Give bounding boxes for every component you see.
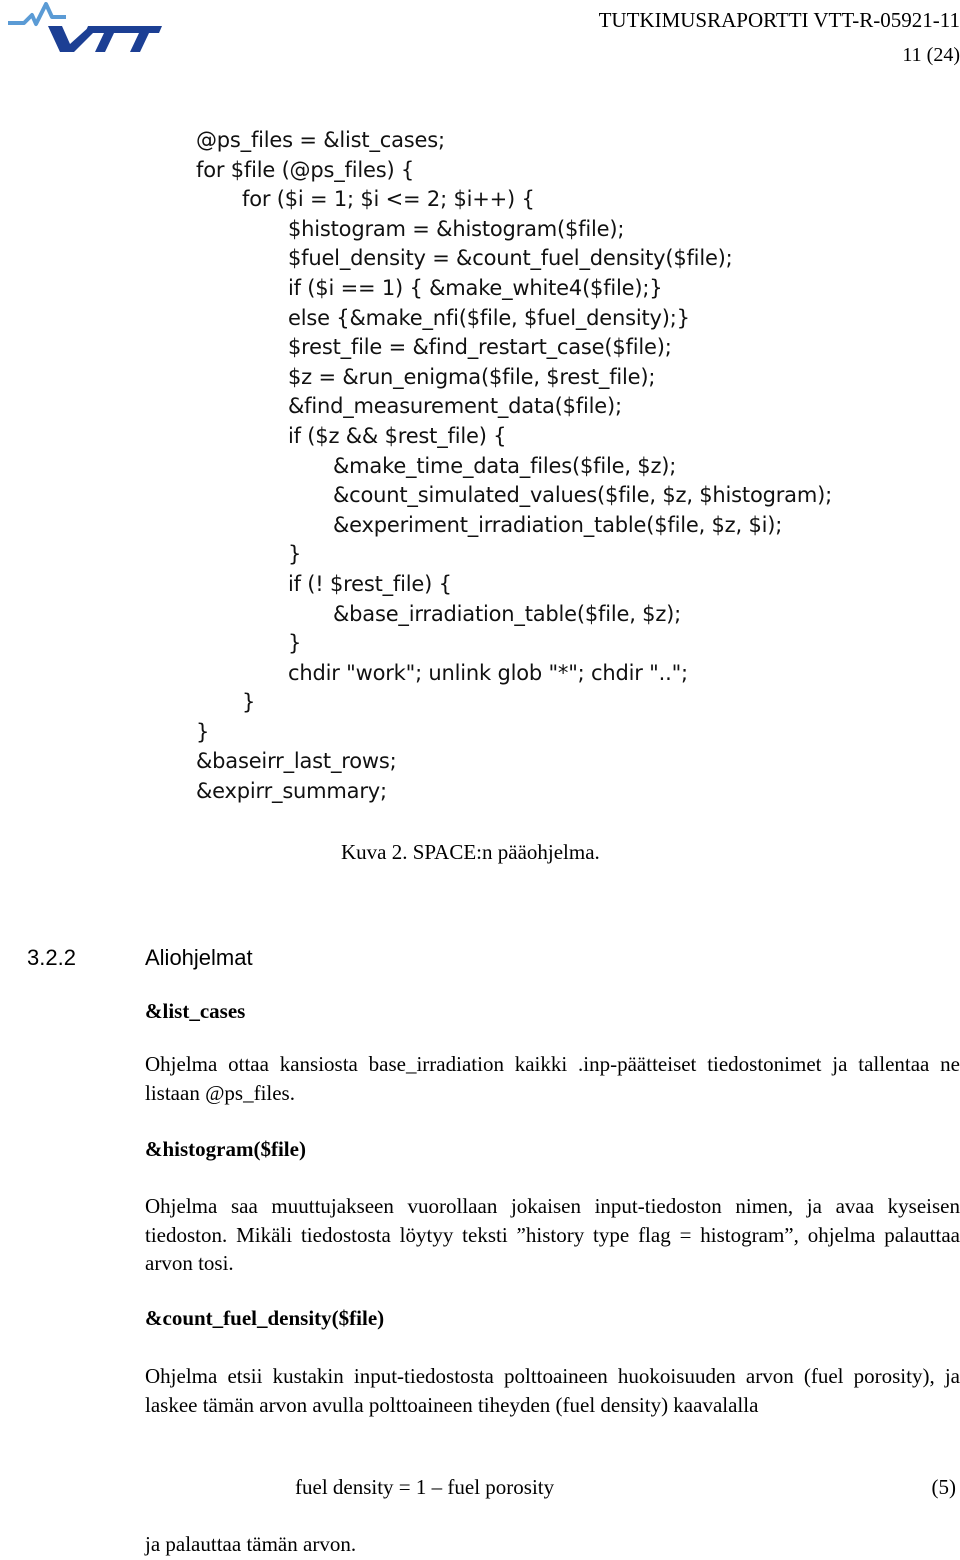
code-line: $fuel_density = &count_fuel_density($fil… — [288, 246, 733, 271]
subsection-heading-histogram: &histogram($file) — [145, 1137, 306, 1161]
code-line: $rest_file = &find_restart_case($file); — [288, 335, 672, 360]
subsection-paragraph-list-cases: Ohjelma ottaa kansiosta base_irradiation… — [145, 1052, 960, 1105]
code-line: &count_simulated_values($file, $z, $hist… — [333, 483, 832, 508]
code-line: &expirr_summary; — [196, 779, 387, 804]
code-line: } — [288, 631, 302, 656]
logo-wave-icon — [8, 2, 66, 26]
closing-text: ja palauttaa tämän arvon. — [145, 1532, 357, 1556]
code-line: } — [196, 719, 210, 744]
code-line: &experiment_irradiation_table($file, $z,… — [333, 512, 783, 537]
subsection-paragraph-histogram: Ohjelma saa muuttujakseen vuorollaan jok… — [145, 1194, 960, 1275]
equation: fuel density = 1 – fuel porosity — [295, 1475, 555, 1499]
code-line: $z = &run_enigma($file, $rest_file); — [288, 364, 656, 389]
code-line: &base_irradiation_table($file, $z); — [333, 601, 682, 626]
code-line: } — [288, 542, 302, 567]
section-title: Aliohjelmat — [145, 945, 253, 970]
code-line: if (! $rest_file) { — [288, 571, 452, 596]
code-line: else {&make_nfi($file, $fuel_density);} — [288, 305, 690, 330]
page-number: 11 (24) — [902, 44, 960, 66]
code-line: if ($z && $rest_file) { — [288, 423, 507, 448]
code-line: chdir "work"; unlink glob "*"; chdir "..… — [288, 660, 688, 685]
figure-caption: Kuva 2. SPACE:n pääohjelma. — [341, 840, 600, 864]
code-line: for $file (@ps_files) { — [196, 157, 415, 182]
code-line: &find_measurement_data($file); — [288, 394, 622, 419]
subsection-paragraph-count-fuel-density: Ohjelma etsii kustakin input-tiedostosta… — [145, 1364, 960, 1417]
logo-letters — [48, 26, 162, 52]
code-line: &make_time_data_files($file, $z); — [333, 453, 677, 478]
code-figure: @ps_files = &list_cases;for $file (@ps_f… — [196, 126, 896, 807]
code-line: &baseirr_last_rows; — [196, 749, 397, 774]
code-line: @ps_files = &list_cases; — [196, 128, 445, 152]
section-number: 3.2.2 — [27, 945, 76, 970]
code-line: if ($i == 1) { &make_white4($file);} — [288, 275, 663, 300]
code-line: $histogram = &histogram($file); — [288, 216, 625, 241]
report-id: TUTKIMUSRAPORTTI VTT-R-05921-11 — [598, 8, 960, 32]
vtt-logo — [8, 2, 162, 52]
equation-number: (5) — [931, 1475, 957, 1499]
code-line: for ($i = 1; $i <= 2; $i++) { — [242, 187, 535, 212]
subsection-heading-list-cases: &list_cases — [145, 999, 246, 1023]
subsection-heading-count-fuel-density: &count_fuel_density($file) — [145, 1306, 385, 1330]
code-line: } — [242, 690, 256, 715]
